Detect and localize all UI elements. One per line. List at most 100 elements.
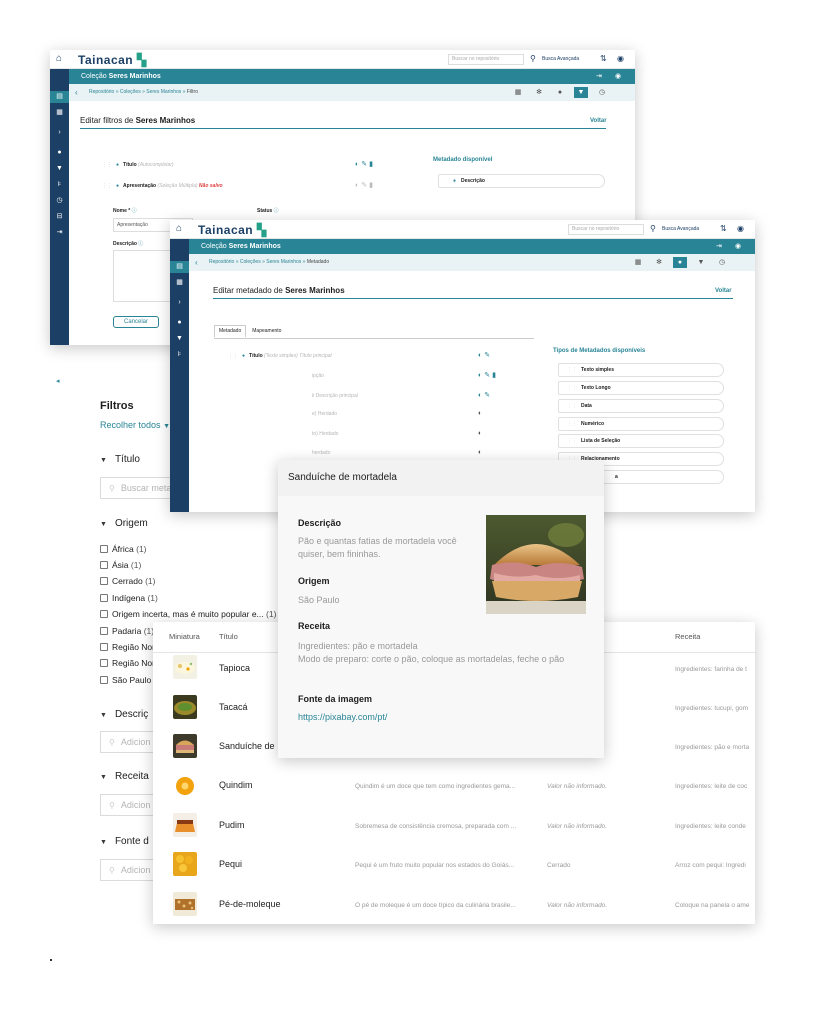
- item-thumbnail[interactable]: [173, 852, 197, 876]
- column-header-thumbnail[interactable]: Miniatura: [169, 632, 200, 641]
- column-header-recipe[interactable]: Receita: [675, 632, 700, 641]
- cancel-button[interactable]: Cancelar: [113, 316, 159, 328]
- collections-icon[interactable]: ▤: [170, 261, 189, 273]
- wordpress-icon[interactable]: ◉: [737, 224, 744, 234]
- back-arrow-icon[interactable]: ‹: [195, 254, 198, 271]
- activities-tab-icon[interactable]: ◷: [715, 257, 729, 268]
- items-tab-icon[interactable]: ▦: [631, 257, 645, 268]
- items-tab-icon[interactable]: ▦: [511, 87, 525, 98]
- exit-icon[interactable]: ⇥: [716, 239, 722, 254]
- origin-checkbox[interactable]: São Paulo: [100, 675, 151, 686]
- metadata-tab-icon[interactable]: ●: [553, 87, 567, 98]
- crumb-collections[interactable]: Coleções: [120, 89, 141, 95]
- filter-section-source[interactable]: ▼ Fonte d: [100, 836, 149, 847]
- origin-checkbox[interactable]: Origem incerta, mas é muito popular e...…: [100, 609, 276, 620]
- filter-section-origin[interactable]: ▼ Origem: [100, 518, 148, 529]
- back-arrow-icon[interactable]: ‹: [75, 84, 78, 101]
- metadata-row[interactable]: ii Descrição principal: [312, 392, 358, 400]
- item-title[interactable]: Tacacá: [219, 702, 248, 712]
- toggle-icon[interactable]: ◐: [478, 430, 484, 438]
- metadata-row-actions[interactable]: ◐✎: [478, 352, 492, 360]
- item-thumbnail[interactable]: [173, 773, 197, 797]
- collapse-filters-icon[interactable]: ◂: [56, 377, 66, 387]
- item-title[interactable]: Pé-de-moleque: [219, 899, 281, 909]
- import-icon[interactable]: ⊟: [50, 211, 69, 223]
- metadata-tab-icon[interactable]: ●: [673, 257, 687, 268]
- metadata-type-item[interactable]: ⋮⋮ Numérico: [558, 417, 724, 431]
- origin-checkbox[interactable]: Região Nor: [100, 658, 155, 669]
- home-icon[interactable]: ⌂: [176, 224, 186, 234]
- filters-tab-icon[interactable]: ▼: [574, 87, 588, 98]
- origin-checkbox[interactable]: Padaria (1): [100, 626, 154, 637]
- crumb-repo[interactable]: Repositório: [209, 259, 234, 265]
- filter-section-description[interactable]: ▼ Descriç: [100, 709, 148, 720]
- crumb-collection[interactable]: Seres Marinhos: [266, 259, 301, 265]
- metadata-row-actions[interactable]: ◐✎: [478, 392, 492, 400]
- repository-search-input[interactable]: Buscar no repositório: [448, 54, 524, 65]
- filter-row[interactable]: ⋮⋮ ● Apresentação (Seleção Múltipla) Não s…: [102, 182, 223, 190]
- crumb-collection[interactable]: Seres Marinhos: [146, 89, 181, 95]
- history-icon[interactable]: ◷: [50, 195, 69, 207]
- taxonomy-icon[interactable]: ⊧: [50, 179, 69, 191]
- origin-checkbox[interactable]: Região Nor: [100, 642, 155, 653]
- drag-handle-icon[interactable]: ⋮⋮: [228, 353, 238, 359]
- view-icon[interactable]: ◉: [735, 239, 741, 254]
- toggle-icon[interactable]: ◐: [478, 449, 484, 457]
- metadata-type-item[interactable]: ⋮⋮ Texto simples: [558, 363, 724, 377]
- filter-row-actions[interactable]: ◐✎▮: [355, 182, 375, 190]
- drag-handle-icon[interactable]: ⋮⋮: [102, 162, 112, 168]
- repository-search-input[interactable]: Buscar no repositório: [568, 224, 644, 235]
- metadata-row[interactable]: ⋮⋮ ● Título (Texto simples) Título princip…: [228, 352, 332, 360]
- item-title[interactable]: Pequi: [219, 859, 242, 869]
- metadata-row[interactable]: e) Herdado: [312, 410, 337, 418]
- available-metadata-item[interactable]: ⋮⋮ ● Descrição: [438, 174, 605, 188]
- tainacan-logo[interactable]: Tainacan ▚: [198, 223, 267, 237]
- tainacan-logo[interactable]: Tainacan ▚: [78, 53, 147, 67]
- expand-icon[interactable]: ›: [170, 297, 189, 309]
- activities-icon[interactable]: ⇅: [600, 54, 607, 64]
- column-header-title[interactable]: Título: [219, 632, 238, 641]
- item-thumbnail[interactable]: [173, 695, 197, 719]
- filter-section-title[interactable]: ▼ Título: [100, 454, 140, 465]
- item-title[interactable]: Quindim: [219, 780, 253, 790]
- metadata-icon[interactable]: ●: [50, 147, 69, 159]
- drag-handle-icon[interactable]: ⋮⋮: [102, 183, 112, 189]
- collections-icon[interactable]: ▤: [50, 91, 69, 103]
- origin-checkbox[interactable]: Indígena (1): [100, 593, 158, 604]
- metadata-type-item[interactable]: ⋮⋮ Data: [558, 399, 724, 413]
- activities-tab-icon[interactable]: ◷: [595, 87, 609, 98]
- export-icon[interactable]: ⇥: [50, 227, 69, 239]
- metadata-type-item[interactable]: ⋮⋮ Texto Longo: [558, 381, 724, 395]
- wordpress-icon[interactable]: ◉: [617, 54, 624, 64]
- back-link[interactable]: Voltar: [590, 118, 607, 124]
- filter-section-recipe[interactable]: ▼ Receita: [100, 771, 149, 782]
- expand-icon[interactable]: ›: [50, 127, 69, 139]
- toggle-icon[interactable]: ◐: [478, 410, 484, 418]
- collection-name[interactable]: Seres Marinhos: [229, 243, 281, 250]
- origin-checkbox[interactable]: Cerrado (1): [100, 576, 155, 587]
- home-icon[interactable]: ⌂: [56, 54, 66, 64]
- exit-icon[interactable]: ⇥: [596, 69, 602, 84]
- filter-row[interactable]: ⋮⋮ ● Título (Autocompletar): [102, 161, 174, 169]
- filters-tab-icon[interactable]: ▼: [694, 257, 708, 268]
- items-icon[interactable]: ▦: [170, 277, 189, 289]
- tab-metadata[interactable]: Metadado: [214, 325, 247, 337]
- items-icon[interactable]: ▦: [50, 107, 69, 119]
- crumb-collections[interactable]: Coleções: [240, 259, 261, 265]
- item-title[interactable]: Tapioca: [219, 663, 250, 673]
- item-title[interactable]: Sanduíche de: [219, 741, 275, 751]
- view-icon[interactable]: ◉: [615, 69, 621, 84]
- metadata-row[interactable]: ipção: [312, 372, 324, 380]
- origin-checkbox[interactable]: Ásia (1): [100, 560, 141, 571]
- advanced-search-link[interactable]: Busca Avançada: [542, 55, 579, 63]
- image-source-link[interactable]: https://pixabay.com/pt/: [298, 712, 387, 722]
- activities-icon[interactable]: ⇅: [720, 224, 727, 234]
- back-link[interactable]: Voltar: [715, 288, 732, 294]
- item-thumbnail[interactable]: [173, 813, 197, 837]
- metadata-row[interactable]: to) Herdado: [312, 430, 338, 438]
- metadata-icon[interactable]: ●: [170, 317, 189, 329]
- metadata-row-actions[interactable]: ◐✎▮: [478, 372, 498, 380]
- item-thumbnail[interactable]: [173, 892, 197, 916]
- taxonomy-icon[interactable]: ⊧: [170, 349, 189, 361]
- metadata-type-item[interactable]: ⋮⋮ Lista de Seleção: [558, 434, 724, 448]
